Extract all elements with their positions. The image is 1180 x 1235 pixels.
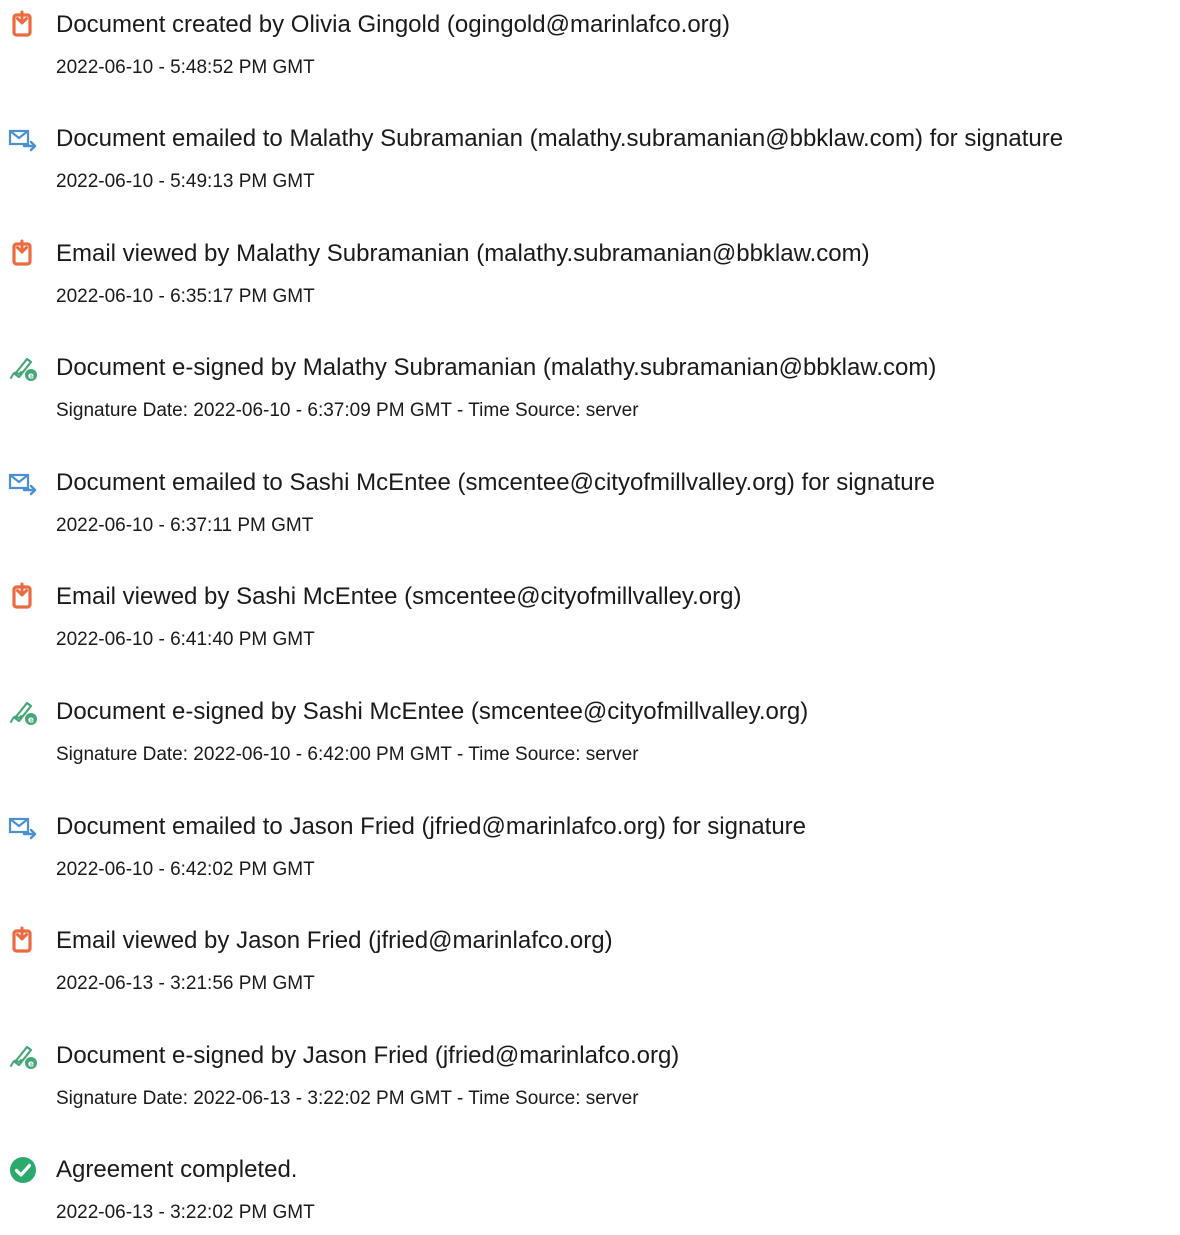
- event-title: Email viewed by Sashi McEntee (smcentee@…: [56, 583, 742, 610]
- audit-event: Document emailed to Sashi McEntee (smcen…: [0, 458, 1180, 548]
- event-timestamp: 2022-06-10 - 6:37:11 PM GMT: [56, 515, 314, 536]
- event-timestamp: 2022-06-13 - 3:21:56 PM GMT: [56, 973, 315, 994]
- audit-event: e Document e-signed by Jason Fried (jfri…: [0, 1031, 1180, 1121]
- event-title: Email viewed by Malathy Subramanian (mal…: [56, 240, 870, 267]
- event-timestamp: 2022-06-10 - 6:42:02 PM GMT: [56, 859, 315, 880]
- document-icon: [8, 239, 38, 269]
- document-icon: [8, 926, 38, 956]
- document-icon: [8, 582, 38, 612]
- audit-event: Document created by Olivia Gingold (ogin…: [0, 0, 1180, 90]
- event-title: Document emailed to Jason Fried (jfried@…: [56, 813, 807, 840]
- event-title: Document e-signed by Sashi McEntee (smce…: [56, 698, 809, 725]
- event-timestamp: 2022-06-10 - 5:49:13 PM GMT: [56, 171, 315, 192]
- audit-event: Document emailed to Jason Fried (jfried@…: [0, 802, 1180, 892]
- event-timestamp: 2022-06-13 - 3:22:02 PM GMT: [56, 1202, 315, 1223]
- event-timestamp: 2022-06-10 - 5:48:52 PM GMT: [56, 57, 315, 78]
- audit-event: e Document e-signed by Sashi McEntee (sm…: [0, 687, 1180, 777]
- email-sent-icon: [8, 468, 38, 498]
- audit-event: Email viewed by Jason Fried (jfried@mari…: [0, 916, 1180, 1006]
- audit-event: Agreement completed. 2022-06-13 - 3:22:0…: [0, 1145, 1180, 1235]
- esign-pen-icon: e: [8, 353, 38, 383]
- event-title: Document emailed to Malathy Subramanian …: [56, 125, 1064, 152]
- svg-text:e: e: [28, 1060, 34, 1070]
- event-title: Document created by Olivia Gingold (ogin…: [56, 11, 731, 38]
- event-title: Email viewed by Jason Fried (jfried@mari…: [56, 927, 613, 954]
- email-sent-icon: [8, 124, 38, 154]
- event-title: Document e-signed by Jason Fried (jfried…: [56, 1042, 680, 1069]
- audit-event: e Document e-signed by Malathy Subramani…: [0, 343, 1180, 433]
- event-title: Document e-signed by Malathy Subramanian…: [56, 354, 937, 381]
- esign-pen-icon: e: [8, 1041, 38, 1071]
- event-title: Agreement completed.: [56, 1156, 298, 1183]
- event-timestamp: Signature Date: 2022-06-10 - 6:37:09 PM …: [56, 400, 639, 421]
- check-circle-icon: [8, 1155, 38, 1185]
- event-timestamp: Signature Date: 2022-06-13 - 3:22:02 PM …: [56, 1088, 639, 1109]
- event-timestamp: Signature Date: 2022-06-10 - 6:42:00 PM …: [56, 744, 639, 765]
- svg-text:e: e: [28, 716, 34, 726]
- event-timestamp: 2022-06-10 - 6:35:17 PM GMT: [56, 286, 315, 307]
- event-timestamp: 2022-06-10 - 6:41:40 PM GMT: [56, 629, 315, 650]
- event-title: Document emailed to Sashi McEntee (smcen…: [56, 469, 935, 496]
- svg-text:e: e: [28, 372, 34, 382]
- audit-event: Email viewed by Sashi McEntee (smcentee@…: [0, 572, 1180, 662]
- audit-event: Email viewed by Malathy Subramanian (mal…: [0, 229, 1180, 319]
- email-sent-icon: [8, 812, 38, 842]
- document-icon: [8, 10, 38, 40]
- audit-event: Document emailed to Malathy Subramanian …: [0, 114, 1180, 204]
- esign-pen-icon: e: [8, 697, 38, 727]
